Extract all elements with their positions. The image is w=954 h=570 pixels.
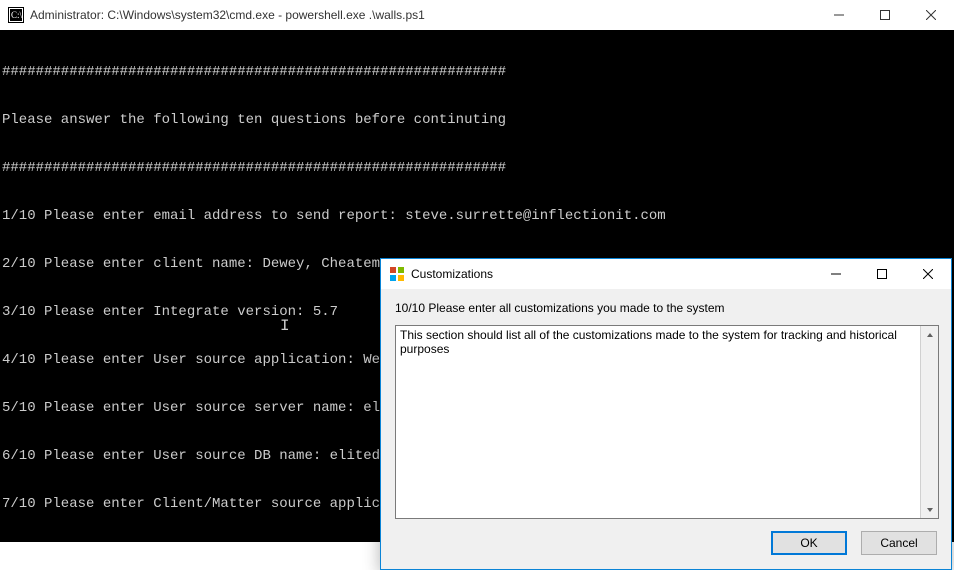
- cmd-title-text: Administrator: C:\Windows\system32\cmd.e…: [30, 8, 425, 22]
- dialog-minimize-button[interactable]: [813, 259, 859, 289]
- text-cursor-icon: I: [280, 318, 290, 334]
- customizations-dialog: Customizations 10/10 Please enter all cu…: [380, 258, 952, 570]
- cancel-button[interactable]: Cancel: [861, 531, 937, 555]
- dialog-title-text: Customizations: [411, 267, 493, 281]
- scroll-up-icon[interactable]: [921, 326, 938, 343]
- customizations-textarea-wrap: [395, 325, 939, 519]
- dialog-button-row: OK Cancel: [395, 531, 937, 555]
- cmd-line: ########################################…: [2, 64, 950, 80]
- maximize-button[interactable]: [862, 0, 908, 30]
- cmd-line: 1/10 Please enter email address to send …: [2, 208, 950, 224]
- minimize-button[interactable]: [816, 0, 862, 30]
- close-button[interactable]: [908, 0, 954, 30]
- cmd-line: ########################################…: [2, 160, 950, 176]
- cmd-icon: C:\: [8, 7, 24, 23]
- customizations-textarea[interactable]: [396, 326, 920, 518]
- dialog-window-controls: [813, 259, 951, 289]
- scroll-down-icon[interactable]: [921, 501, 938, 518]
- textarea-scrollbar[interactable]: [920, 326, 938, 518]
- dialog-close-button[interactable]: [905, 259, 951, 289]
- cmd-line: Please answer the following ten question…: [2, 112, 950, 128]
- svg-text:C:\: C:\: [11, 10, 23, 20]
- cmd-titlebar[interactable]: C:\ Administrator: C:\Windows\system32\c…: [0, 0, 954, 30]
- ok-button[interactable]: OK: [771, 531, 847, 555]
- dialog-prompt-label: 10/10 Please enter all customizations yo…: [395, 301, 937, 315]
- dialog-titlebar[interactable]: Customizations: [381, 259, 951, 289]
- form-icon: [389, 266, 405, 282]
- dialog-content: 10/10 Please enter all customizations yo…: [381, 289, 951, 563]
- cmd-window-controls: [816, 0, 954, 30]
- dialog-maximize-button[interactable]: [859, 259, 905, 289]
